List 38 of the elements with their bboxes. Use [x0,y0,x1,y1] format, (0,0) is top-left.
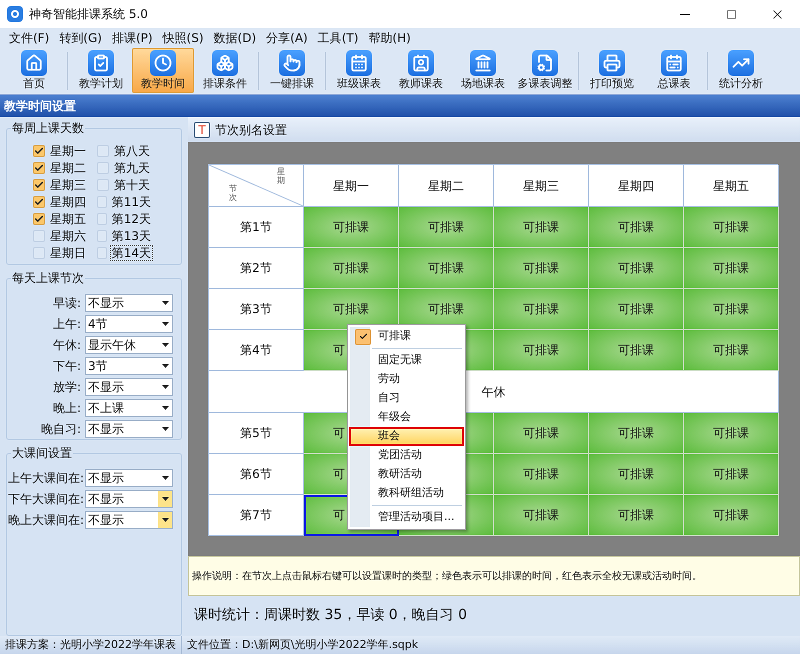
stats-text: 课时统计：周课时数 35，早读 0，晚自习 0 [194,606,467,624]
status-value: 光明小学2022学年课表 [60,636,176,653]
field-label: 上午: [52,316,82,333]
section-title: 教学时间设置 [4,98,76,115]
group-title: 每周上课天数 [11,120,85,136]
checkbox-label: 第九天 [113,160,151,176]
checkbox-label: 第八天 [113,142,151,158]
checkbox-label: 星期五 [49,210,87,226]
field-label: 早读: [52,294,82,312]
field-label: 晚自习: [40,420,82,438]
window-title: 神奇智能排课系统 5.0 [29,6,148,23]
corner-label: 星期 [277,168,285,186]
checkbox-label: 星期四 [49,194,87,210]
checkbox-label: 第11天 [110,194,152,210]
checkbox-label: 星期一 [49,142,87,158]
field-label: 放学: [52,378,82,396]
field-label: 上午大课间在: [8,470,85,487]
checkbox-label: 第12天 [110,210,152,226]
status-value: D:\新网页\光明小学2022学年.sqpk [242,636,418,653]
field-label: 晚上大课间在: [8,512,85,529]
checkbox-label: 第14天 [110,244,153,260]
checkbox-label: 星期三 [49,176,87,192]
checkbox-label: 星期日 [49,244,87,260]
field-label: 下午大课间在: [8,490,85,508]
checkbox-label: 第13天 [110,228,152,244]
checkbox-label: 星期二 [49,160,87,176]
field-label: 晚上: [52,400,82,417]
group-title: 大课间设置 [11,445,73,462]
field-label: 下午: [52,358,82,375]
checkbox-label: 星期六 [49,228,87,244]
status-label: 文件位置： [187,636,242,653]
checkbox-label: 第十天 [113,176,151,192]
field-label: 午休: [52,336,82,354]
group-title: 每天上课节次 [11,270,85,286]
letter-icon: T [194,122,210,138]
instructions-text: 操作说明：在节次上点击鼠标右键可以设置课时的类型；绿色表示可以排课的时间，红色表示全校无课或活动时间。 [192,570,702,584]
status-label: 排课方案： [5,636,60,653]
corner-label: 节次 [229,185,237,203]
